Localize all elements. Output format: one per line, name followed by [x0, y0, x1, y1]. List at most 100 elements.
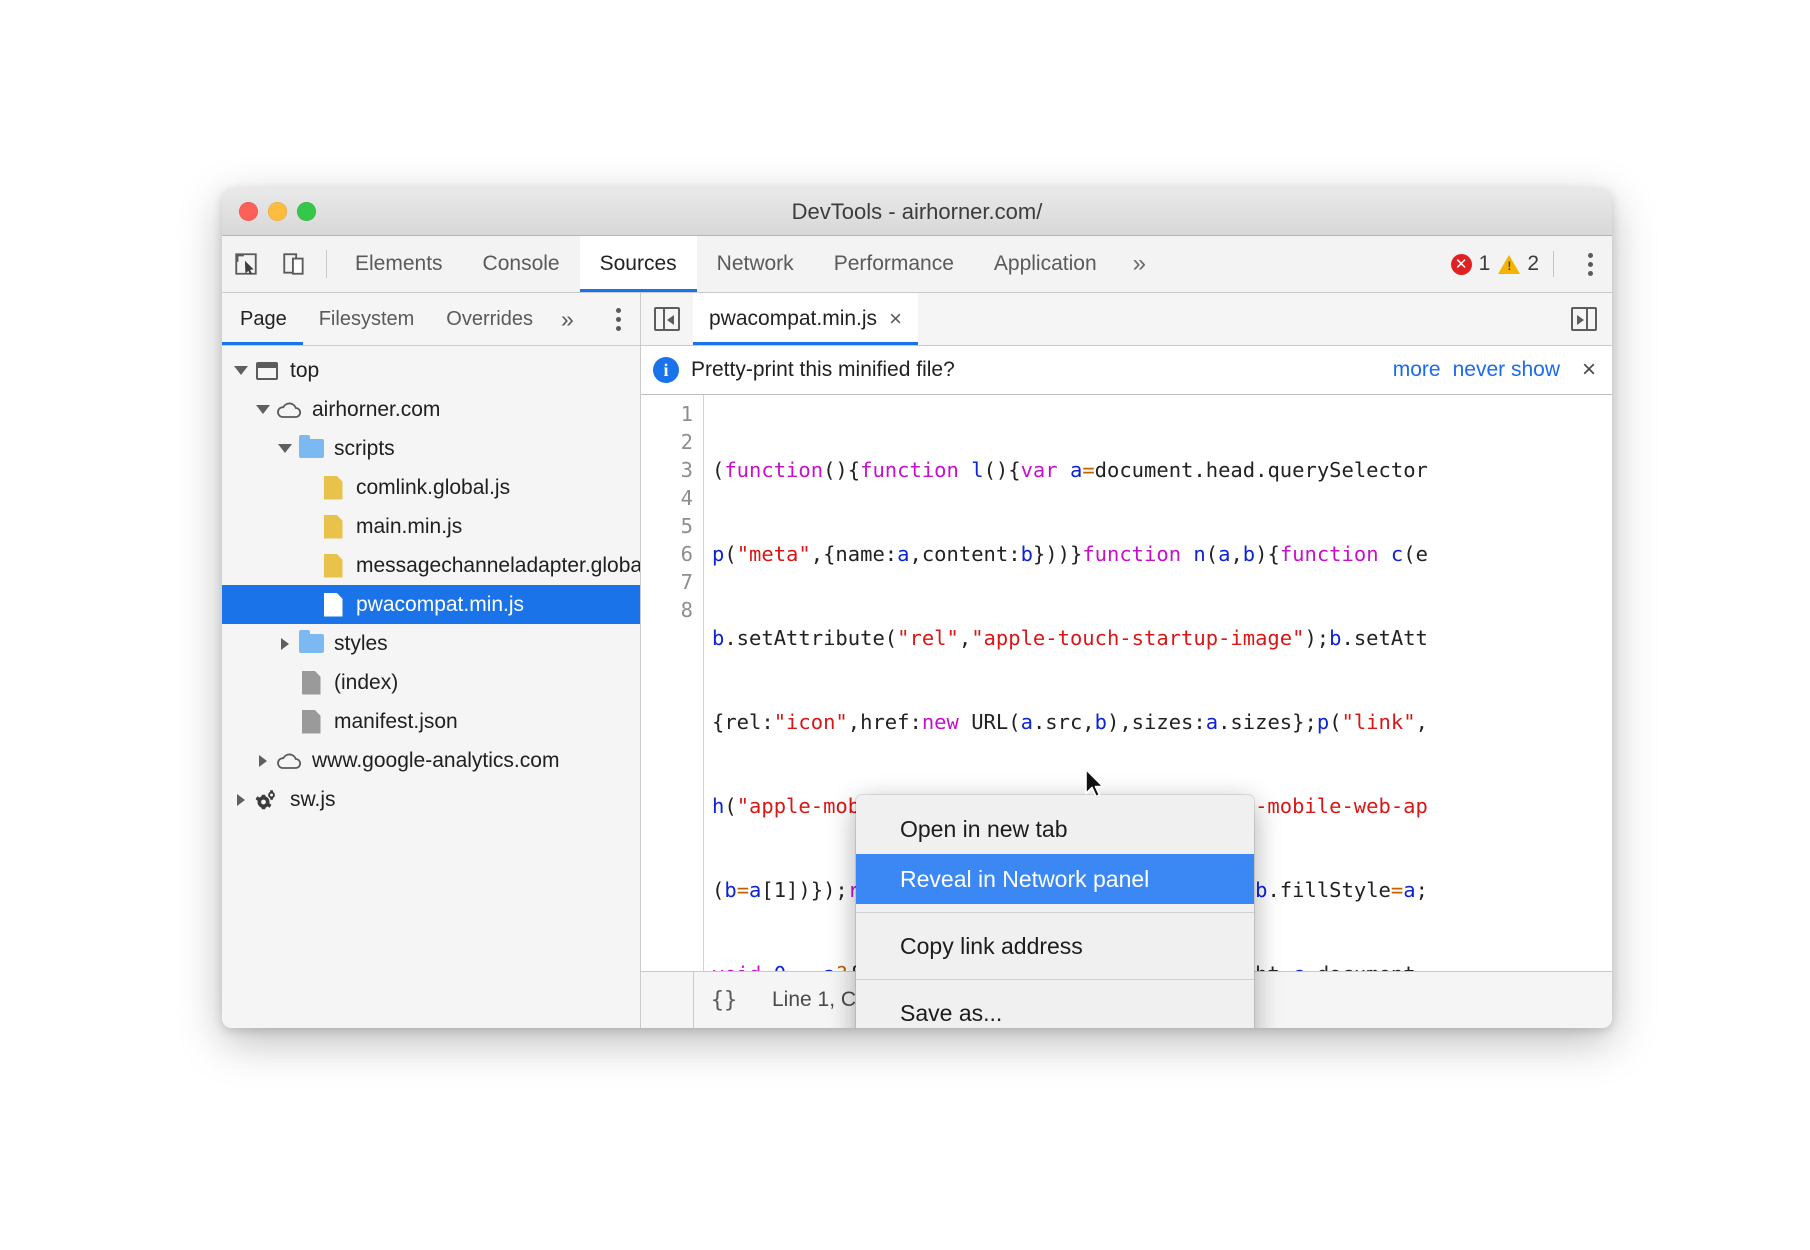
- tree-item-manifest-json[interactable]: manifest.json: [222, 702, 640, 741]
- infobar-more-link[interactable]: more: [1393, 358, 1441, 382]
- tree-item-label: manifest.json: [326, 710, 458, 734]
- issue-counters[interactable]: ✕ 1 2: [1451, 236, 1568, 292]
- toolbar-spacer: [1162, 236, 1451, 292]
- twisty-open-icon[interactable]: [274, 444, 296, 453]
- tree-item-label: scripts: [326, 437, 395, 461]
- twisty-closed-icon[interactable]: [252, 755, 274, 767]
- code-line: {rel:"icon",href:new URL(a.src,b),sizes:…: [712, 708, 1612, 736]
- line-number: 7: [641, 568, 693, 596]
- menu-item-label: Reveal in Network panel: [900, 866, 1149, 893]
- tree-item-label: comlink.global.js: [348, 476, 510, 500]
- line-number: 3: [641, 456, 693, 484]
- menu-item-label: Open in new tab: [900, 816, 1068, 843]
- nav-tab-overrides[interactable]: Overrides: [430, 293, 549, 345]
- editor-tab-pwacompat-min-js[interactable]: pwacompat.min.js ×: [693, 293, 918, 345]
- editor-tabbar: pwacompat.min.js ×: [641, 293, 1612, 346]
- menu-item-copy-link-address[interactable]: Copy link address: [856, 921, 1254, 971]
- tree-item-sw-js[interactable]: sw.js: [222, 780, 640, 819]
- document-icon: [296, 671, 326, 695]
- menu-item-label: Save as...: [900, 1000, 1002, 1027]
- warning-count: 2: [1527, 252, 1539, 276]
- pretty-print-infobar: i Pretty-print this minified file? more …: [641, 346, 1612, 395]
- tree-item-pwacompat-min-js[interactable]: pwacompat.min.js: [222, 585, 640, 624]
- tree-item-comlink-global-js[interactable]: comlink.global.js: [222, 468, 640, 507]
- close-icon[interactable]: ×: [1572, 356, 1600, 384]
- cloud-icon: [274, 400, 304, 420]
- tab-sources[interactable]: Sources: [580, 236, 697, 292]
- menu-item-save-as[interactable]: Save as...: [856, 988, 1254, 1028]
- line-number: 5: [641, 512, 693, 540]
- navigator-tabbar: Page Filesystem Overrides »: [222, 293, 640, 346]
- close-window-button[interactable]: [239, 202, 258, 221]
- editor-tabbar-spacer: [918, 293, 1556, 345]
- nav-tab-filesystem[interactable]: Filesystem: [303, 293, 431, 345]
- error-counter[interactable]: ✕ 1: [1451, 252, 1491, 276]
- tree-item-main-min-js[interactable]: main.min.js: [222, 507, 640, 546]
- service-worker-gears-icon: [252, 787, 282, 813]
- tree-item-messagechanneladapter-global-js[interactable]: messagechanneladapter.global.js: [222, 546, 640, 585]
- collapse-sidebar-right-icon[interactable]: [1556, 293, 1612, 345]
- line-number: 1: [641, 400, 693, 428]
- code-line: (function(){function l(){var a=document.…: [712, 456, 1612, 484]
- cloud-icon: [274, 751, 304, 771]
- twisty-closed-icon[interactable]: [274, 638, 296, 650]
- nav-tab-page[interactable]: Page: [222, 293, 303, 345]
- navigator-tabbar-spacer: [586, 293, 596, 345]
- tree-item-label: sw.js: [282, 788, 336, 812]
- more-navigator-tabs-icon[interactable]: »: [549, 293, 586, 345]
- infobar-message: Pretty-print this minified file?: [691, 358, 955, 382]
- tree-item-index[interactable]: (index): [222, 663, 640, 702]
- line-number: 4: [641, 484, 693, 512]
- menu-item-reveal-in-network-panel[interactable]: Reveal in Network panel: [856, 854, 1254, 904]
- tree-item-label: styles: [326, 632, 388, 656]
- tab-console[interactable]: Console: [463, 236, 580, 292]
- js-file-icon: [318, 593, 348, 617]
- menu-separator: [856, 912, 1254, 913]
- tab-elements[interactable]: Elements: [335, 236, 463, 292]
- window-title: DevTools - airhorner.com/: [222, 199, 1612, 225]
- close-icon[interactable]: ×: [889, 306, 902, 332]
- line-number-gutter: 1 2 3 4 5 6 7 8: [641, 395, 704, 971]
- tree-item-label: pwacompat.min.js: [348, 593, 524, 617]
- minimize-window-button[interactable]: [268, 202, 287, 221]
- twisty-closed-icon[interactable]: [230, 794, 252, 806]
- frame-icon: [252, 362, 282, 380]
- js-file-icon: [318, 515, 348, 539]
- tree-item-google-analytics[interactable]: www.google-analytics.com: [222, 741, 640, 780]
- infobar-never-show-link[interactable]: never show: [1453, 358, 1560, 382]
- page-file-tree: top airhorner.com scripts: [222, 346, 640, 1028]
- menu-item-open-in-new-tab[interactable]: Open in new tab: [856, 804, 1254, 854]
- tree-item-scripts[interactable]: scripts: [222, 429, 640, 468]
- main-menu-kebab-icon[interactable]: [1568, 236, 1612, 292]
- collapse-sidebar-icon[interactable]: [641, 293, 693, 345]
- twisty-open-icon[interactable]: [252, 405, 274, 414]
- tree-item-top[interactable]: top: [222, 351, 640, 390]
- navigator-kebab-menu-icon[interactable]: [596, 293, 640, 345]
- device-toolbar-icon[interactable]: [270, 236, 318, 292]
- code-line: p("meta",{name:a,content:b}))}function n…: [712, 540, 1612, 568]
- folder-icon: [296, 634, 326, 653]
- tab-network[interactable]: Network: [697, 236, 814, 292]
- warning-counter[interactable]: 2: [1498, 252, 1539, 276]
- tab-application[interactable]: Application: [974, 236, 1117, 292]
- tree-item-styles[interactable]: styles: [222, 624, 640, 663]
- tree-item-label: messagechanneladapter.global.js: [348, 554, 640, 578]
- inspect-element-icon[interactable]: [222, 236, 270, 292]
- tree-item-label: top: [282, 359, 319, 383]
- window-titlebar: DevTools - airhorner.com/: [222, 188, 1612, 236]
- tree-item-airhorner[interactable]: airhorner.com: [222, 390, 640, 429]
- pretty-print-button[interactable]: {}: [693, 972, 754, 1028]
- tab-performance[interactable]: Performance: [814, 236, 974, 292]
- counter-divider: [1553, 251, 1554, 277]
- twisty-open-icon[interactable]: [230, 366, 252, 375]
- folder-icon: [296, 439, 326, 458]
- menu-separator: [856, 979, 1254, 980]
- line-number: 8: [641, 596, 693, 624]
- line-number: 6: [641, 540, 693, 568]
- more-panels-icon[interactable]: »: [1117, 236, 1162, 292]
- toolbar-divider: [326, 250, 327, 278]
- zoom-window-button[interactable]: [297, 202, 316, 221]
- document-icon: [296, 710, 326, 734]
- js-file-icon: [318, 554, 348, 578]
- info-icon: i: [653, 357, 679, 383]
